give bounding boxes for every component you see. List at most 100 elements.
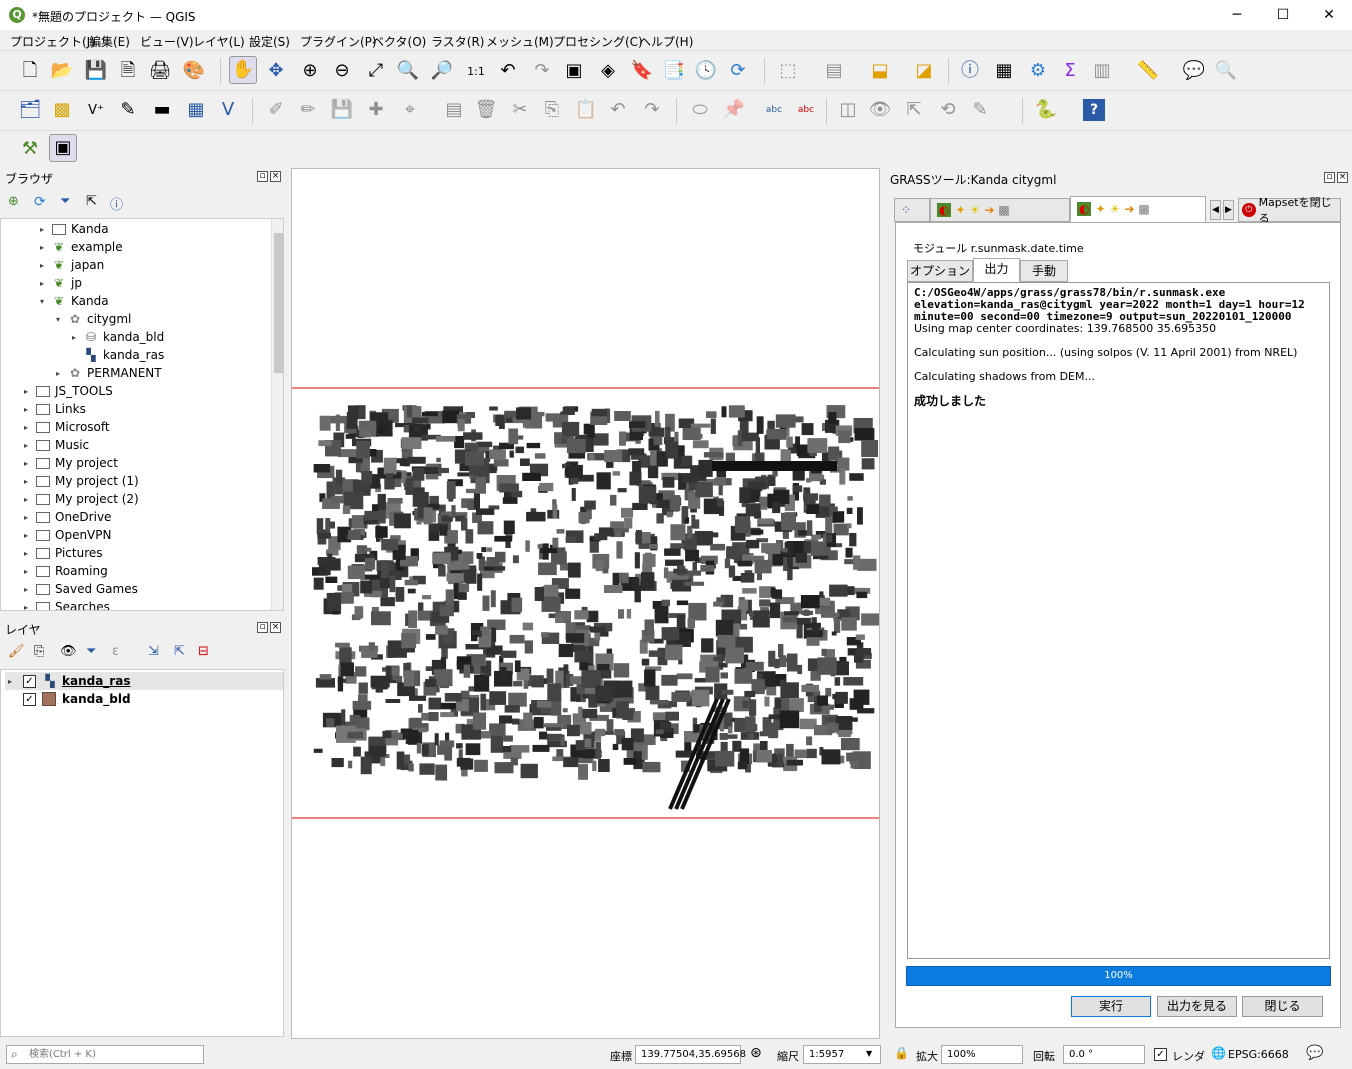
view-output-button[interactable]: 出力を見る bbox=[1157, 996, 1237, 1017]
grass-region-icon[interactable]: ▣ bbox=[49, 134, 77, 162]
refresh-icon[interactable]: ⟳ bbox=[724, 57, 752, 85]
new-geopackage-layer-icon[interactable]: ▩ bbox=[48, 96, 76, 124]
close-icon[interactable]: × bbox=[270, 171, 281, 182]
select-by-value-icon[interactable]: ▤ bbox=[820, 57, 848, 85]
add-wms-layer-icon[interactable]: V bbox=[214, 96, 242, 124]
tree-item[interactable]: ▚ kanda_ras bbox=[69, 346, 164, 364]
locator-search-input[interactable]: 検索(Ctrl + K) bbox=[6, 1045, 204, 1064]
tree-item[interactable]: ▸ OneDrive bbox=[21, 508, 111, 526]
open-project-icon[interactable]: 📂 bbox=[48, 57, 76, 85]
tree-item[interactable]: ▾ ❦ Kanda bbox=[37, 292, 109, 310]
run-button[interactable]: 実行 bbox=[1071, 996, 1151, 1017]
layers-dock-buttons[interactable]: ▫ × bbox=[255, 622, 281, 633]
cut-features-icon[interactable]: ✂ bbox=[506, 96, 534, 124]
zoom-full-icon[interactable]: ⤢ bbox=[362, 57, 390, 85]
expand-all-icon[interactable]: ⇲ bbox=[148, 644, 159, 659]
style-manager-icon[interactable]: 🎨 bbox=[180, 57, 208, 85]
new-map-view-icon[interactable]: ▣ bbox=[560, 57, 588, 85]
crs-globe-icon[interactable]: 🌐 bbox=[1211, 1046, 1226, 1060]
tree-item[interactable]: ▸ Kanda bbox=[37, 220, 109, 238]
add-group-icon[interactable]: ⎘ bbox=[34, 644, 44, 659]
layout-manager-icon[interactable]: 🖨 bbox=[146, 57, 174, 85]
tab-scroll-right-icon[interactable]: ▶ bbox=[1223, 200, 1234, 220]
add-feature-icon[interactable]: ✚ bbox=[362, 96, 390, 124]
tab-options[interactable]: オプション bbox=[907, 260, 973, 282]
tree-item[interactable]: ▸ Links bbox=[21, 400, 86, 418]
layer-styling-icon[interactable]: 🖌 bbox=[8, 644, 25, 659]
menu-vector[interactable]: ベクタ(O) bbox=[372, 33, 426, 50]
menu-raster[interactable]: ラスタ(R) bbox=[431, 33, 484, 50]
zoom-last-icon[interactable]: ↶ bbox=[494, 57, 522, 85]
processing-toolbox-icon[interactable]: ⚙ bbox=[1024, 57, 1052, 85]
browser-tree[interactable]: ▸ Kanda ▸ ❦ example ▸ ❦ japan ▸ ❦ jp ▾ ❦ Kanda ▾ ✿… bbox=[0, 218, 284, 611]
browser-scrollbar[interactable] bbox=[271, 219, 283, 610]
map-canvas[interactable] bbox=[291, 168, 880, 1039]
add-spatialite-layer-icon[interactable]: ▬ bbox=[148, 96, 176, 124]
tree-item[interactable]: ▸ Searches bbox=[21, 598, 110, 610]
tree-item[interactable]: ▸ Saved Games bbox=[21, 580, 138, 598]
delete-selected-icon[interactable]: 🗑 bbox=[472, 96, 500, 124]
tab-output[interactable]: 出力 bbox=[973, 258, 1020, 282]
tree-item[interactable]: ▸ Microsoft bbox=[21, 418, 110, 436]
collapse-all-layers-icon[interactable]: ⇱ bbox=[174, 644, 185, 659]
new-3d-view-icon[interactable]: ◈ bbox=[594, 57, 622, 85]
label-toolbar-icon[interactable]: ⬭ bbox=[686, 96, 714, 124]
grass-dock-buttons[interactable]: ▫ × bbox=[1322, 172, 1348, 183]
select-features-icon[interactable]: ⬚ bbox=[774, 57, 802, 85]
float-icon[interactable]: ▫ bbox=[257, 171, 268, 182]
current-edits-icon[interactable]: ✐ bbox=[262, 96, 290, 124]
add-vector-layer-icon[interactable]: V⁺ bbox=[82, 96, 110, 124]
layer-visibility-checkbox[interactable]: ✓ bbox=[23, 674, 36, 688]
layer-visibility-checkbox[interactable]: ✓ bbox=[23, 692, 36, 706]
menu-project[interactable]: プロジェクト(J) bbox=[10, 33, 95, 50]
coordinate-field[interactable]: 139.77504,35.69568 bbox=[635, 1045, 746, 1064]
close-button[interactable]: ✕ bbox=[1306, 0, 1352, 30]
modify-attributes-icon[interactable]: ▤ bbox=[440, 96, 468, 124]
tree-item[interactable]: ▸ Roaming bbox=[21, 562, 108, 580]
filter-browser-icon[interactable]: ⏷ bbox=[60, 194, 70, 209]
tab-modules-tree[interactable]: ⁘ bbox=[894, 198, 930, 222]
new-print-layout-icon[interactable]: 🗎 bbox=[114, 57, 142, 85]
filter-legend-icon[interactable]: ⏷ bbox=[86, 644, 96, 659]
identify-features-icon[interactable]: ⓘ bbox=[956, 57, 984, 85]
show-hide-labels-icon[interactable]: 👁 bbox=[866, 96, 894, 124]
tree-item[interactable]: ▸ ❦ example bbox=[37, 238, 123, 256]
close-icon[interactable]: × bbox=[270, 622, 281, 633]
pin-labels-icon[interactable]: 📌 bbox=[720, 96, 748, 124]
move-label-icon[interactable]: ⇱ bbox=[900, 96, 928, 124]
tree-item[interactable]: ▸ Pictures bbox=[21, 544, 103, 562]
tree-item[interactable]: ▸ ❦ japan bbox=[37, 256, 104, 274]
new-project-icon[interactable]: 🗋 bbox=[16, 57, 44, 85]
python-console-icon[interactable]: 🐍 bbox=[1032, 96, 1060, 124]
undo-icon[interactable]: ↶ bbox=[604, 96, 632, 124]
copy-features-icon[interactable]: ⎘ bbox=[538, 96, 566, 124]
menu-help[interactable]: ヘルプ(H) bbox=[639, 33, 693, 50]
output-console[interactable]: C:/OSGeo4W/apps/grass/grass78/bin/r.sunm… bbox=[907, 282, 1330, 959]
refresh-browser-icon[interactable]: ⟳ bbox=[34, 194, 46, 210]
measure-line-icon[interactable]: 📏 bbox=[1134, 57, 1162, 85]
help-icon[interactable]: ? bbox=[1083, 99, 1105, 121]
field-calculator-icon[interactable]: ▥ bbox=[1088, 57, 1116, 85]
menu-layer[interactable]: レイヤ(L) bbox=[193, 33, 245, 50]
deselect-all-icon[interactable]: ⬓ bbox=[866, 57, 894, 85]
tab-previous-module[interactable]: ◐ ✦ ☀ ➔ ▩ bbox=[930, 198, 1070, 222]
collapse-all-icon[interactable]: ⇱ bbox=[86, 194, 97, 209]
menu-mesh[interactable]: メッシュ(M) bbox=[486, 33, 554, 50]
add-raster-layer-icon[interactable]: ▦ bbox=[182, 96, 210, 124]
menu-edit[interactable]: 編集(E) bbox=[89, 33, 130, 50]
messages-icon[interactable]: 💬 bbox=[1306, 1045, 1323, 1061]
data-source-manager-icon[interactable]: 🗂 bbox=[16, 96, 44, 124]
tab-manual[interactable]: 手動 bbox=[1020, 260, 1068, 282]
toggle-extents-icon[interactable]: ⊛ bbox=[750, 1045, 762, 1061]
menu-plugins[interactable]: プラグイン(P) bbox=[300, 33, 377, 50]
tree-item[interactable]: ▸ OpenVPN bbox=[21, 526, 112, 544]
tree-item[interactable]: ▸ Music bbox=[21, 436, 89, 454]
enable-properties-icon[interactable]: ⓘ bbox=[110, 194, 123, 213]
zoom-to-layer-icon[interactable]: 🔎 bbox=[428, 57, 456, 85]
vertex-tool-icon[interactable]: ⌖ bbox=[396, 96, 424, 124]
render-checkbox[interactable]: ✓ bbox=[1154, 1048, 1167, 1061]
layer-item[interactable]: ▸ ✓ ▚ kanda_ras bbox=[5, 672, 283, 690]
tree-item[interactable]: ▸ ❦ jp bbox=[37, 274, 82, 292]
zoom-in-icon[interactable]: ⊕ bbox=[296, 57, 324, 85]
toggle-editing-icon[interactable]: ✏ bbox=[294, 96, 322, 124]
